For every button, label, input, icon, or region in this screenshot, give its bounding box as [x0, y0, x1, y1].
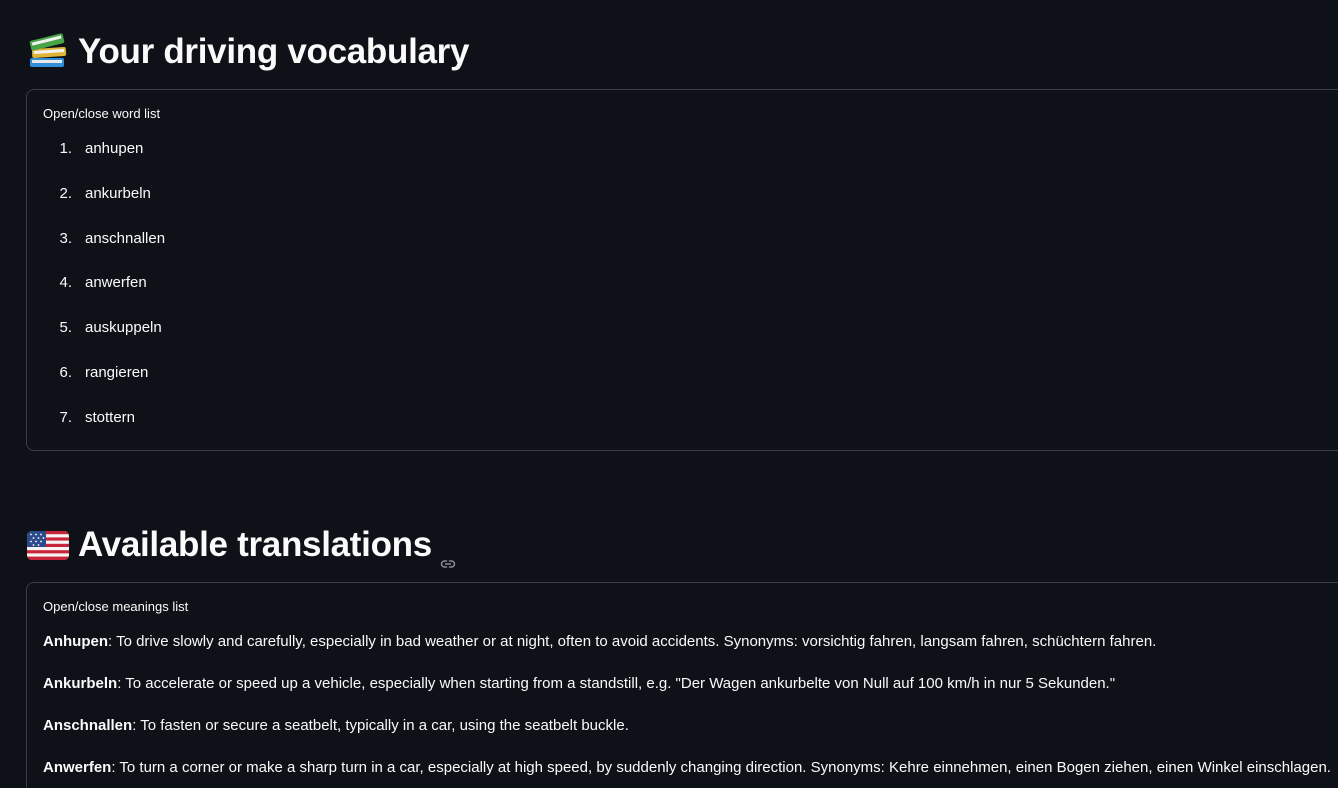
list-item-word: rangieren [85, 363, 149, 381]
word-list-expander: Open/close word list 1. anhupen 2. ankur… [26, 89, 1338, 451]
meaning-item: Anschnallen: To fasten or secure a seatb… [43, 716, 1331, 758]
translations-heading: Available translations [26, 521, 456, 569]
meaning-term: Anhupen [43, 633, 108, 650]
list-item-number: 2. [59, 184, 72, 202]
meaning-definition: : To turn a corner or make a sharp turn … [111, 759, 1331, 776]
meaning-item: Anhupen: To drive slowly and carefully, … [43, 632, 1331, 674]
list-item-word: stottern [85, 408, 136, 426]
meaning-term: Anschnallen [43, 717, 133, 734]
meanings-list: Anhupen: To drive slowly and carefully, … [43, 632, 1331, 788]
meaning-term: Ankurbeln [43, 675, 118, 692]
meaning-definition: : To accelerate or speed up a vehicle, e… [117, 675, 1116, 692]
list-item-number: 6. [59, 363, 72, 381]
list-item-number: 5. [59, 319, 72, 337]
list-item-number: 4. [59, 274, 72, 292]
list-item-word: ankurbeln [85, 184, 151, 202]
word-list-toggle[interactable]: Open/close word list [43, 106, 160, 121]
list-item-word: anwerfen [85, 274, 147, 292]
link-icon[interactable] [440, 541, 456, 568]
list-item-word: anhupen [85, 140, 144, 157]
list-item-number: 3. [59, 229, 72, 247]
meaning-term: Anwerfen [43, 759, 112, 776]
vocabulary-title: Your driving vocabulary [78, 32, 470, 71]
translations-title: Available translations [78, 525, 432, 564]
meaning-item: Ankurbeln: To accelerate or speed up a v… [43, 674, 1331, 716]
list-item-word: anschnallen [85, 229, 166, 247]
vocabulary-heading: Your driving vocabulary [26, 28, 469, 76]
list-item: 7. stottern [47, 408, 165, 450]
word-list: 1. anhupen 2. ankurbeln 3. anschnallen 4… [47, 140, 165, 450]
meaning-item: Anwerfen: To turn a corner or make a sha… [43, 758, 1331, 788]
us-flag-icon [26, 525, 70, 565]
list-item: 5. auskuppeln [47, 319, 165, 364]
meaning-definition: : To fasten or secure a seatbelt, typica… [132, 717, 629, 734]
list-item: 4. anwerfen [47, 274, 165, 319]
books-icon [26, 32, 70, 72]
list-item: 3. anschnallen [47, 230, 165, 275]
meaning-definition: : To drive slowly and carefully, especia… [108, 633, 1157, 650]
list-item-word: auskuppeln [85, 319, 162, 337]
list-item-number: 1. [59, 140, 72, 157]
meanings-list-toggle[interactable]: Open/close meanings list [43, 599, 188, 614]
list-item: 1. anhupen [47, 140, 165, 185]
list-item: 6. rangieren [47, 364, 165, 409]
list-item-number: 7. [59, 408, 72, 426]
meanings-list-expander: Open/close meanings list Anhupen: To dri… [26, 582, 1338, 788]
list-item: 2. ankurbeln [47, 185, 165, 230]
